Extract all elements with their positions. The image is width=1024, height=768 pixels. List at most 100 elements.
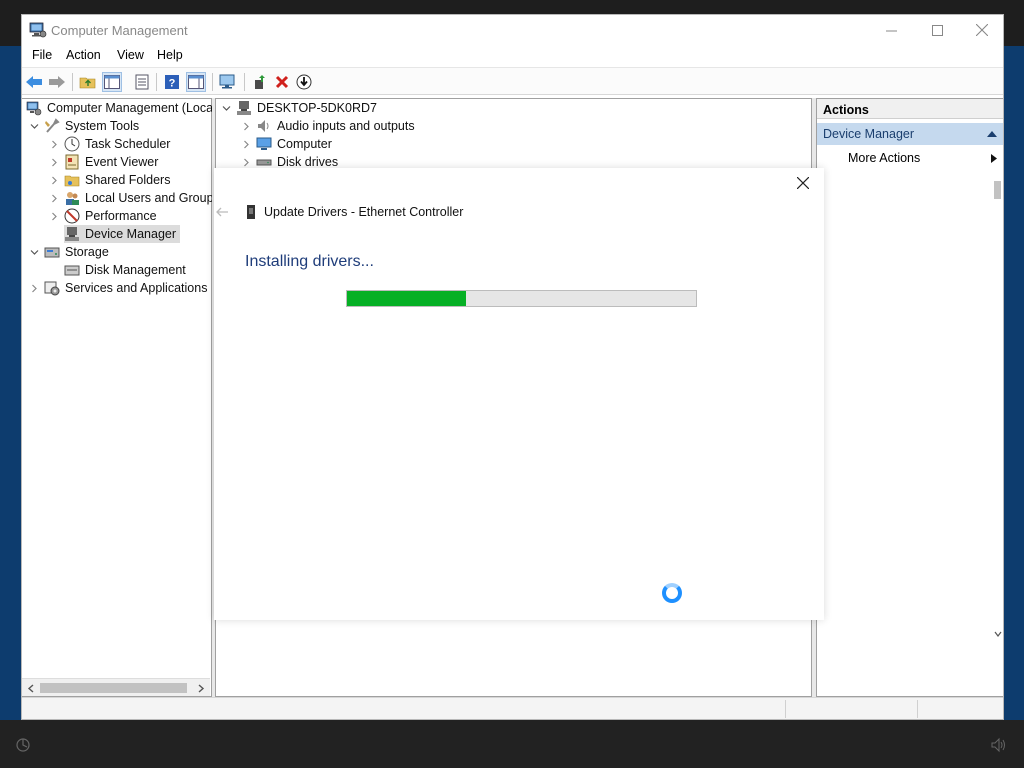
tree-item-label: Task Scheduler [85,137,171,151]
forward-icon [49,76,65,88]
device-root[interactable]: DESKTOP-5DK0RD7 [220,99,377,117]
forward-button[interactable] [47,72,67,92]
tree-item-label: Local Users and Groups [85,191,220,205]
window-title: Computer Management [51,23,188,38]
chevron-right-icon[interactable] [48,174,60,186]
menu-file[interactable]: File [32,48,52,62]
ease-of-access-icon[interactable] [14,736,32,754]
maximize-button[interactable] [914,15,960,45]
tree-item-task-scheduler[interactable]: Task Scheduler [48,135,170,153]
device-manager-icon [65,227,79,241]
tree-item-services-applications[interactable]: Services and Applications [28,279,207,297]
menu-bar: File Action View Help [22,45,1003,67]
collapse-up-icon[interactable] [987,131,997,137]
scroll-down-icon[interactable] [994,631,1002,637]
title-bar: Computer Management [22,15,1003,45]
network-adapter-icon [247,205,255,219]
back-icon [26,76,42,88]
show-hide-tree-button[interactable] [102,72,122,92]
device-category-audio[interactable]: Audio inputs and outputs [240,117,415,135]
monitor-icon [219,74,235,89]
chevron-down-icon[interactable] [28,246,40,258]
back-button[interactable] [24,72,44,92]
chevron-right-icon[interactable] [48,138,60,150]
tree-item-performance[interactable]: Performance [48,207,157,225]
chevron-right-icon[interactable] [48,156,60,168]
services-icon [44,281,60,296]
device-category-computer[interactable]: Computer [240,135,332,153]
uninstall-button[interactable] [272,72,292,92]
chevron-right-icon[interactable] [48,192,60,204]
up-folder-icon [79,77,96,89]
actions-section-device-manager[interactable]: Device Manager [817,123,1003,145]
chevron-down-icon[interactable] [28,120,40,132]
tree-item-shared-folders[interactable]: Shared Folders [48,171,170,189]
tree-item-local-users[interactable]: Local Users and Groups [48,189,220,207]
bottom-bar [0,720,1024,768]
storage-icon [44,247,60,258]
update-driver-icon [296,74,312,90]
show-action-pane-button[interactable] [186,72,206,92]
shared-folder-icon [64,175,80,187]
chevron-right-icon[interactable] [28,282,40,294]
progress-fill [347,291,466,306]
chevron-right-icon[interactable] [240,120,252,132]
dialog-heading: Installing drivers... [245,253,374,270]
scan-hardware-button[interactable] [250,72,270,92]
computer-management-app-icon [29,22,47,38]
status-divider [917,700,918,718]
scan-hardware-icon [255,75,265,89]
tree-item-label: Shared Folders [85,173,171,187]
device-root-label: DESKTOP-5DK0RD7 [257,101,377,115]
scroll-right-icon[interactable] [197,684,205,693]
chevron-right-icon[interactable] [240,156,252,168]
back-arrow-icon[interactable] [214,204,230,220]
volume-icon[interactable] [990,736,1008,754]
tree-item-label: Performance [85,209,157,223]
actions-header: Actions [817,99,1003,119]
actions-pane: Actions Device Manager More Actions [816,98,1003,697]
minimize-icon [885,30,897,31]
tree-item-label: Disk Management [85,263,186,277]
dialog-title: Update Drivers - Ethernet Controller [264,205,464,219]
minimize-button[interactable] [868,15,914,45]
disk-management-icon [64,265,80,276]
close-icon [976,24,988,36]
tree-item-device-manager[interactable]: Device Manager [64,225,181,243]
chevron-right-icon[interactable] [240,138,252,150]
tree-item-system-tools[interactable]: System Tools [28,117,139,135]
tree-root[interactable]: Computer Management (Local [26,99,216,117]
status-bar [22,697,1003,719]
tree-item-event-viewer[interactable]: Event Viewer [48,153,158,171]
desktop-background [0,46,21,720]
chevron-right-icon[interactable] [48,210,60,222]
scroll-left-icon[interactable] [27,684,35,693]
computer-icon [256,137,272,150]
toolbar-separator [212,73,213,91]
properties-button[interactable] [132,72,152,92]
speaker-icon [258,120,269,132]
menu-help[interactable]: Help [157,48,183,62]
menu-action[interactable]: Action [66,48,101,62]
more-actions-label: More Actions [848,151,921,165]
horizontal-scrollbar[interactable] [22,678,210,696]
chevron-down-icon[interactable] [220,102,232,114]
update-driver-button[interactable] [294,72,314,92]
tree-item-label: Event Viewer [85,155,159,169]
tree-item-storage[interactable]: Storage [28,243,109,261]
scrollbar-thumb[interactable] [994,181,1001,199]
menu-view[interactable]: View [117,48,144,62]
help-button[interactable]: ? [162,72,182,92]
uninstall-icon [275,75,289,89]
dialog-close-button[interactable] [794,174,812,192]
monitor-button[interactable] [218,72,238,92]
computer-management-icon [26,101,42,116]
tree-item-disk-management[interactable]: Disk Management [64,261,186,279]
scrollbar-thumb[interactable] [40,683,187,693]
device-category-label: Audio inputs and outputs [277,119,415,133]
more-actions-item[interactable]: More Actions [817,147,1003,169]
up-folder-button[interactable] [78,72,98,92]
loading-spinner [662,583,682,603]
vertical-scrollbar[interactable] [994,171,1002,681]
close-button[interactable] [959,15,1005,45]
